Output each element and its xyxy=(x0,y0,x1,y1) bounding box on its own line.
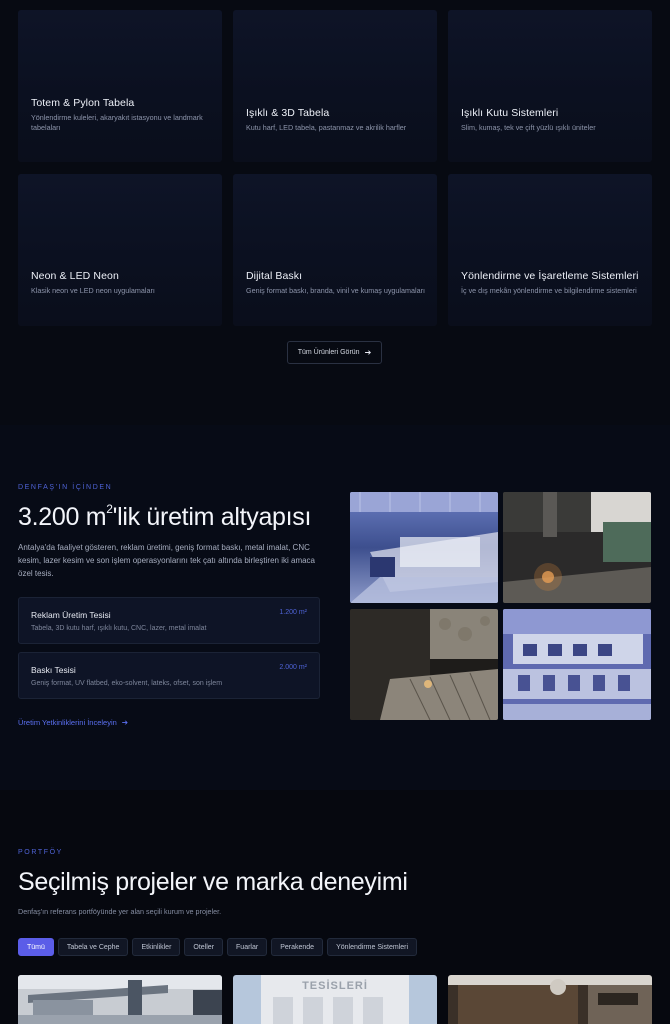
facility-card-area: 2.000 m² xyxy=(279,664,307,671)
portfolio-section: PORTFÖY Seçilmiş projeler ve marka deney… xyxy=(0,790,670,1024)
facility-card-baski[interactable]: Baskı Tesisi 2.000 m² Geniş format, UV f… xyxy=(18,652,320,699)
filter-etkinlikler[interactable]: Etkinlikler xyxy=(132,938,181,956)
project-card-storefront[interactable] xyxy=(448,975,652,1024)
product-title: Yönlendirme ve İşaretleme Sistemleri xyxy=(461,270,639,282)
product-desc: Yönlendirme kuleleri, akaryakıt istasyon… xyxy=(31,113,203,133)
facility-eyebrow: DENFAŞ'IN İÇİNDEN xyxy=(18,484,113,491)
portfolio-eyebrow: PORTFÖY xyxy=(18,849,63,856)
facility-link-label: Üretim Yetkinliklerini İnceleyin xyxy=(18,718,117,727)
product-title: Işıklı & 3D Tabela xyxy=(246,107,330,119)
product-desc: Kutu harf, LED tabela, pastanmaz ve akri… xyxy=(246,123,407,132)
portfolio-title: Seçilmiş projeler ve marka deneyimi xyxy=(18,868,408,896)
facility-section: DENFAŞ'IN İÇİNDEN 3.200 m2'lik üretim al… xyxy=(0,425,670,790)
filter-tabela-cephe[interactable]: Tabela ve Cephe xyxy=(57,938,129,956)
facility-card-name: Baskı Tesisi xyxy=(31,665,76,675)
product-title: Totem & Pylon Tabela xyxy=(31,97,135,109)
facility-card-detail: Geniş format, UV flatbed, eko-solvent, l… xyxy=(31,680,223,687)
product-desc: İç ve dış mekân yönlendirme ve bilgilend… xyxy=(461,286,637,295)
facility-photo-cnc-panel xyxy=(350,609,498,720)
facility-photo-production-line xyxy=(350,492,498,603)
project-card-station[interactable] xyxy=(18,975,222,1024)
facility-card-detail: Tabela, 3D kutu harf, ışıklı kutu, CNC, … xyxy=(31,625,207,632)
project-card-facility-sign[interactable]: TESİSLERİ xyxy=(233,975,437,1024)
product-card-totem[interactable]: Totem & Pylon Tabela Yönlendirme kuleler… xyxy=(18,10,222,162)
facility-card-area: 1.200 m² xyxy=(279,609,307,616)
product-card-neon[interactable]: Neon & LED Neon Klasik neon ve LED neon … xyxy=(18,174,222,326)
filter-fuarlar[interactable]: Fuarlar xyxy=(227,938,268,956)
all-products-button[interactable]: Tüm Ürünleri Görün ➔ xyxy=(287,341,382,364)
filter-oteller[interactable]: Oteller xyxy=(184,938,224,956)
facility-card-reklam[interactable]: Reklam Üretim Tesisi 1.200 m² Tabela, 3D… xyxy=(18,597,320,644)
product-card-dijital-baski[interactable]: Dijital Baskı Geniş format baskı, branda… xyxy=(233,174,437,326)
arrow-right-icon: ➔ xyxy=(364,348,372,357)
portfolio-description: Denfaş'ın referans portföyünde yer alan … xyxy=(18,907,222,916)
product-card-3d-tabela[interactable]: Işıklı & 3D Tabela Kutu harf, LED tabela… xyxy=(233,10,437,162)
filter-all[interactable]: Tümü xyxy=(18,938,54,956)
product-desc: Slim, kumaş, tek ve çift yüzlü ışıklı ün… xyxy=(461,123,596,132)
project-sign-text: TESİSLERİ xyxy=(302,979,368,992)
product-desc: Klasik neon ve LED neon uygulamaları xyxy=(31,286,155,295)
facility-title: 3.200 m2'lik üretim altyapısı xyxy=(18,502,312,531)
facility-card-name: Reklam Üretim Tesisi xyxy=(31,610,111,620)
filter-perakende[interactable]: Perakende xyxy=(271,938,324,956)
filter-yonlendirme[interactable]: Yönlendirme Sistemleri xyxy=(327,938,418,956)
product-card-isikli-kutu[interactable]: Işıklı Kutu Sistemleri Slim, kumaş, tek … xyxy=(448,10,652,162)
arrow-right-icon: ➔ xyxy=(121,718,129,727)
product-section: Totem & Pylon Tabela Yönlendirme kuleler… xyxy=(0,0,670,425)
facility-capabilities-link[interactable]: Üretim Yetkinliklerini İnceleyin ➔ xyxy=(18,718,128,727)
facility-photo-printing-machines xyxy=(503,609,651,720)
product-card-yonlendirme[interactable]: Yönlendirme ve İşaretleme Sistemleri İç … xyxy=(448,174,652,326)
portfolio-filters: Tümü Tabela ve Cephe Etkinlikler Oteller… xyxy=(18,938,418,956)
product-desc: Geniş format baskı, branda, vinil ve kum… xyxy=(246,286,425,295)
product-title: Işıklı Kutu Sistemleri xyxy=(461,107,559,119)
facility-description: Antalya'da faaliyet gösteren, reklam üre… xyxy=(18,543,316,578)
product-title: Neon & LED Neon xyxy=(31,270,119,282)
product-title: Dijital Baskı xyxy=(246,270,303,282)
facility-photo-laser-cutting xyxy=(503,492,651,603)
all-products-label: Tüm Ürünleri Görün xyxy=(297,349,360,356)
